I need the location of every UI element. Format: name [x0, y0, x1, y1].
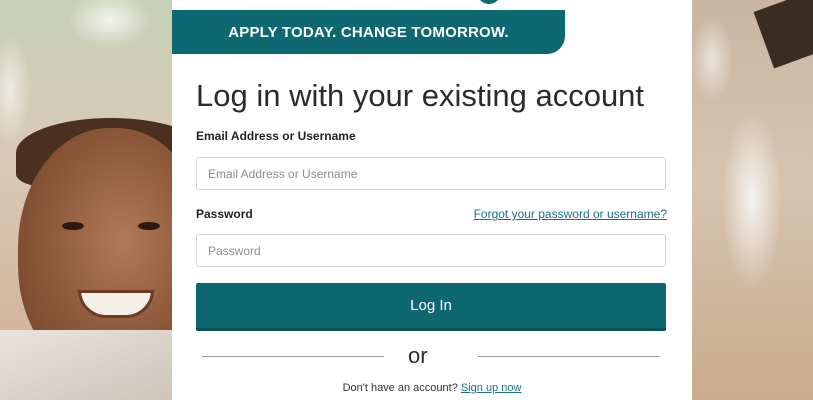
password-field[interactable]: [196, 234, 666, 267]
divider-line-right: [478, 356, 660, 357]
signup-link[interactable]: Sign up now: [461, 382, 522, 394]
forgot-password-link[interactable]: Forgot your password or username?: [474, 207, 667, 221]
apply-banner: APPLY TODAY. CHANGE TOMORROW.: [172, 10, 565, 54]
background-photo-right: [692, 0, 813, 400]
page-title: Log in with your existing account: [196, 78, 645, 113]
login-page: APPLY TODAY. CHANGE TOMORROW. Log in wit…: [0, 0, 813, 400]
banner-text: APPLY TODAY. CHANGE TOMORROW.: [228, 23, 509, 41]
login-panel: APPLY TODAY. CHANGE TOMORROW. Log in wit…: [172, 0, 692, 400]
password-label: Password: [196, 207, 253, 221]
or-divider-text: or: [408, 343, 428, 368]
login-button[interactable]: Log In: [196, 283, 666, 331]
background-photo-left: [0, 0, 172, 400]
divider-line-left: [202, 356, 384, 357]
email-label: Email Address or Username: [196, 129, 356, 143]
signup-prompt: Don't have an account?: [342, 382, 461, 394]
signup-row: Don't have an account? Sign up now: [172, 382, 692, 394]
email-field[interactable]: [196, 157, 666, 190]
logo-mark: [477, 0, 501, 4]
